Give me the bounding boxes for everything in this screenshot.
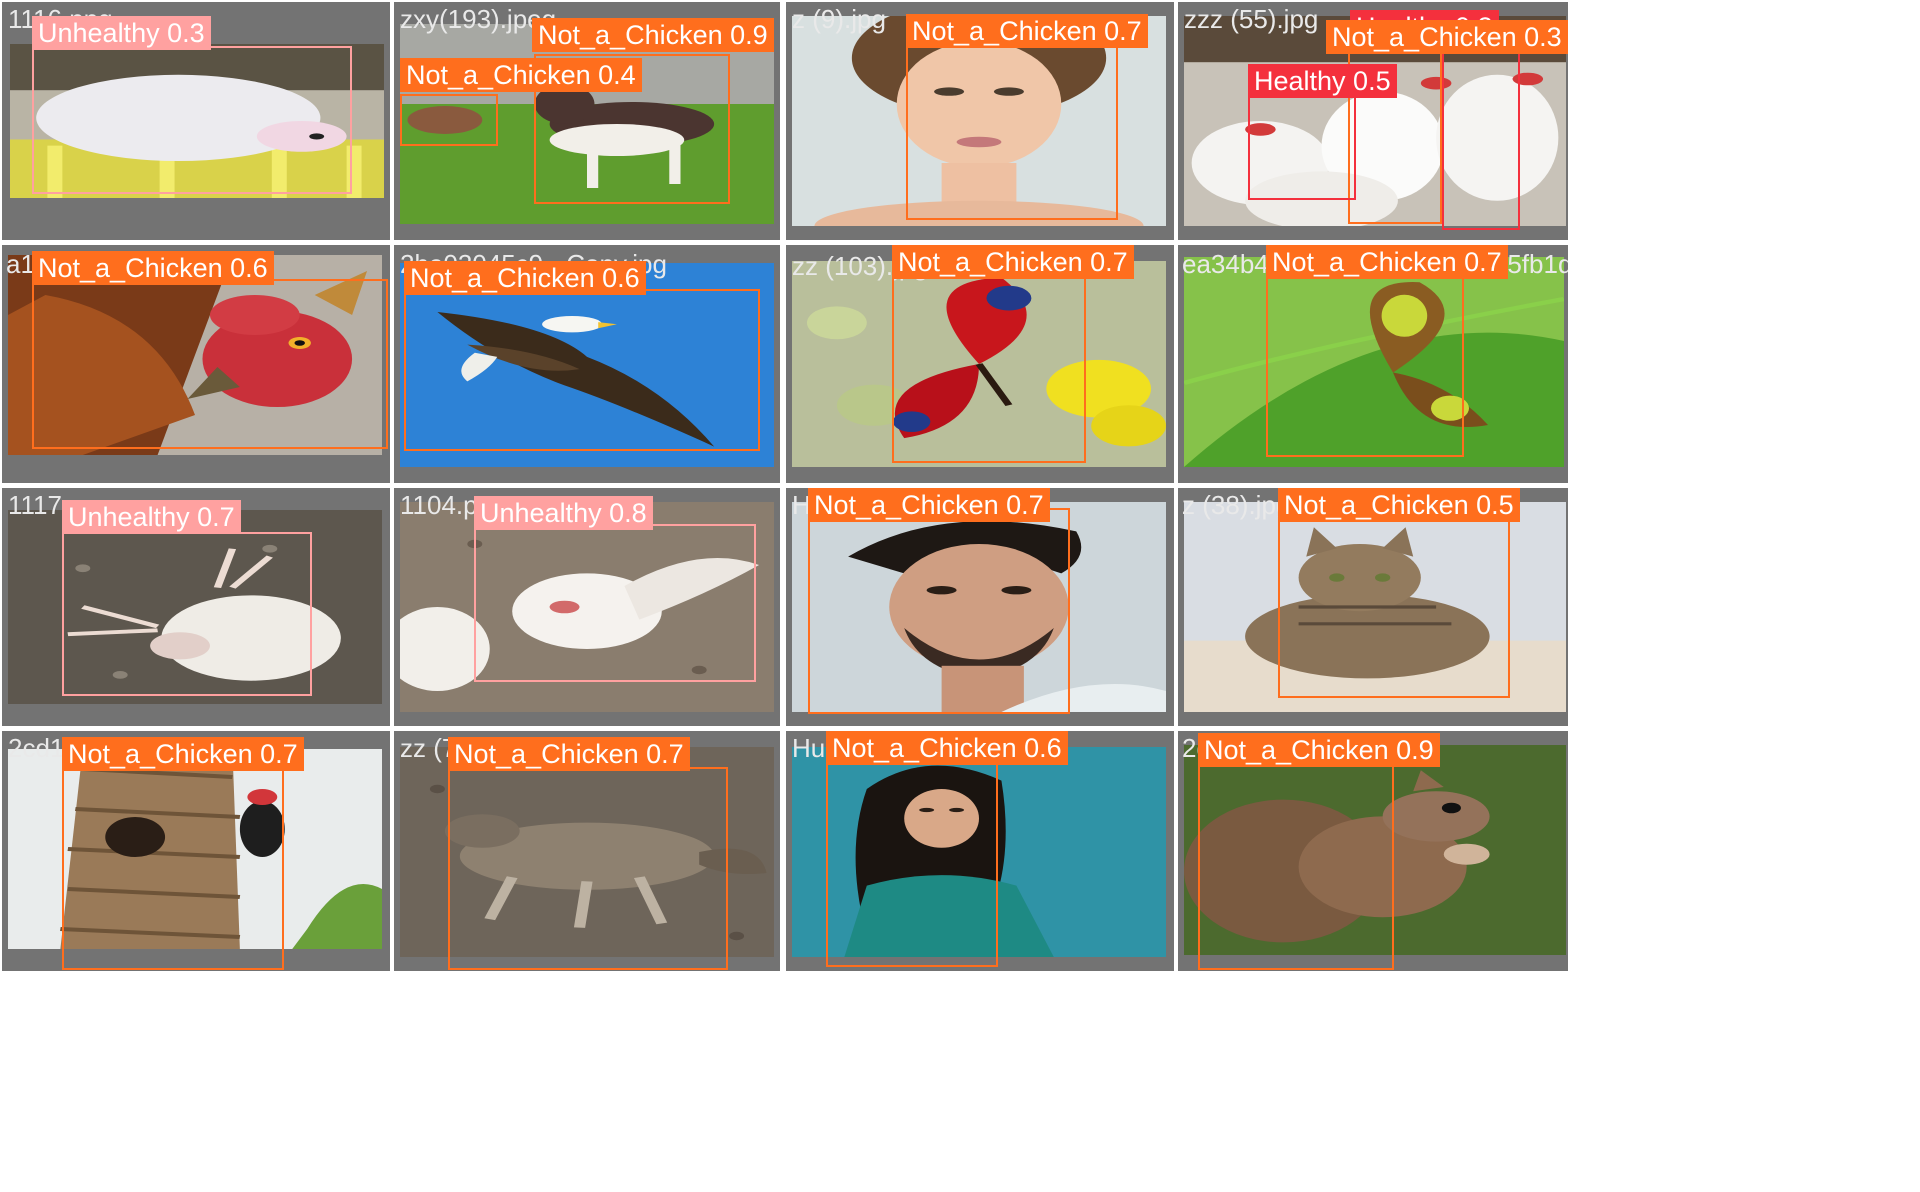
detection-label[interactable]: Healthy 0.5 bbox=[1248, 64, 1397, 98]
result-tile: 2cd1 Not_a_Chicken 0.7 bbox=[2, 731, 390, 971]
bounding-box-not-a-chicken[interactable] bbox=[892, 257, 1086, 463]
result-tile: z (9).jpg Not_a_Chicken 0.7 bbox=[786, 2, 1174, 240]
bounding-box-not-a-chicken[interactable] bbox=[32, 279, 388, 449]
result-tile: Humans (50).jpgNot_a_Chicken 0.7 bbox=[786, 488, 1174, 726]
bounding-box-not-a-chicken[interactable] bbox=[808, 508, 1070, 714]
bounding-box-not-a-chicken[interactable] bbox=[400, 94, 498, 146]
result-tile: zz (7 Not_a_Chicken 0.7 bbox=[394, 731, 780, 971]
detection-label[interactable]: Not_a_Chicken 0.3 bbox=[1326, 20, 1568, 54]
result-tile: 1116.pngUnhealthy 0.3 bbox=[2, 2, 390, 240]
detection-label[interactable]: Not_a_Chicken 0.7 bbox=[62, 737, 304, 771]
result-tile: Humans (51).jpgNot_a_Chicken 0.6 bbox=[786, 731, 1174, 971]
detection-label[interactable]: Not_a_Chicken 0.4 bbox=[400, 58, 642, 92]
detection-label[interactable]: Not_a_Chicken 0.7 bbox=[892, 245, 1134, 279]
detection-label[interactable]: Not_a_Chicken 0.7 bbox=[906, 14, 1148, 48]
bounding-box-not-a-chicken[interactable] bbox=[906, 42, 1118, 220]
detection-label[interactable]: Not_a_Chicken 0.6 bbox=[32, 251, 274, 285]
bounding-box-unhealthy[interactable] bbox=[474, 524, 756, 682]
image-filename: z (9).jpg bbox=[792, 4, 886, 34]
bounding-box-not-a-chicken[interactable] bbox=[1198, 761, 1394, 970]
result-tile: 1104.png Unhealthy 0.8 bbox=[394, 488, 780, 726]
bounding-box-healthy[interactable] bbox=[1248, 88, 1356, 200]
result-tile: zz (103).jpg Not_a_Chicken 0.7 bbox=[786, 245, 1174, 483]
detection-label[interactable]: Not_a_Chicken 0.5 bbox=[1278, 488, 1520, 522]
result-tile: 1117.png Unhealthy 0.7 bbox=[2, 488, 390, 726]
result-tile: zxy(193).jpeg Not_a_Chicken 0.9 Not_a_Chic… bbox=[394, 2, 780, 240]
bounding-box-not-a-chicken[interactable] bbox=[448, 767, 728, 970]
bounding-box-not-a-chicken[interactable] bbox=[62, 767, 284, 970]
bounding-box-unhealthy[interactable] bbox=[62, 532, 312, 696]
detection-label[interactable]: Unhealthy 0.8 bbox=[474, 496, 653, 530]
detection-label[interactable]: Unhealthy 0.3 bbox=[32, 16, 211, 50]
result-tile: z (38).jpg Not_a_Chicken 0.5 bbox=[1178, 488, 1568, 726]
result-tile: 2be03045c9 - Copy.jpgNot_a_Chicken 0.6 bbox=[394, 245, 780, 483]
bounding-box-not-a-chicken[interactable] bbox=[1278, 508, 1510, 698]
detection-label[interactable]: Not_a_Chicken 0.7 bbox=[808, 488, 1050, 522]
image-filename: 2cd1 bbox=[8, 733, 65, 763]
image-filename: zzz (55).jpg bbox=[1184, 4, 1319, 34]
detection-label[interactable]: Not_a_Chicken 0.6 bbox=[826, 731, 1068, 765]
bounding-box-unhealthy[interactable] bbox=[32, 46, 352, 194]
detection-label[interactable]: Not_a_Chicken 0.7 bbox=[448, 737, 690, 771]
detection-label[interactable]: Not_a_Chicken 0.6 bbox=[404, 261, 646, 295]
result-tile: ea34b40a21fd013ed1584d05fb1dNot_a_Chicke… bbox=[1178, 245, 1568, 483]
detection-label[interactable]: Unhealthy 0.7 bbox=[62, 500, 241, 534]
result-tile: 2d Not_a_Chicken 0.9 bbox=[1178, 731, 1568, 971]
detection-label[interactable]: Not_a_Chicken 0.9 bbox=[1198, 733, 1440, 767]
result-tile: a1 Not_a_Chicken 0.6 bbox=[2, 245, 390, 483]
image-filename: z (38).jpg bbox=[1182, 490, 1291, 520]
bounding-box-not-a-chicken[interactable] bbox=[826, 745, 998, 967]
bounding-box-not-a-chicken[interactable] bbox=[404, 289, 760, 451]
result-tile: zzz (55).jpgHealthy 0.3Not_a_Chicken 0.3… bbox=[1178, 2, 1568, 240]
detection-results-grid: 1116.pngUnhealthy 0.3zxy(193).jpegNot_a_… bbox=[0, 0, 1920, 1192]
detection-label[interactable]: Not_a_Chicken 0.9 bbox=[532, 18, 774, 52]
bounding-box-not-a-chicken[interactable] bbox=[1266, 257, 1464, 457]
image-filename: a1 bbox=[6, 249, 35, 279]
detection-label[interactable]: Not_a_Chicken 0.7 bbox=[1266, 245, 1508, 279]
bounding-box-healthy[interactable] bbox=[1442, 52, 1520, 230]
